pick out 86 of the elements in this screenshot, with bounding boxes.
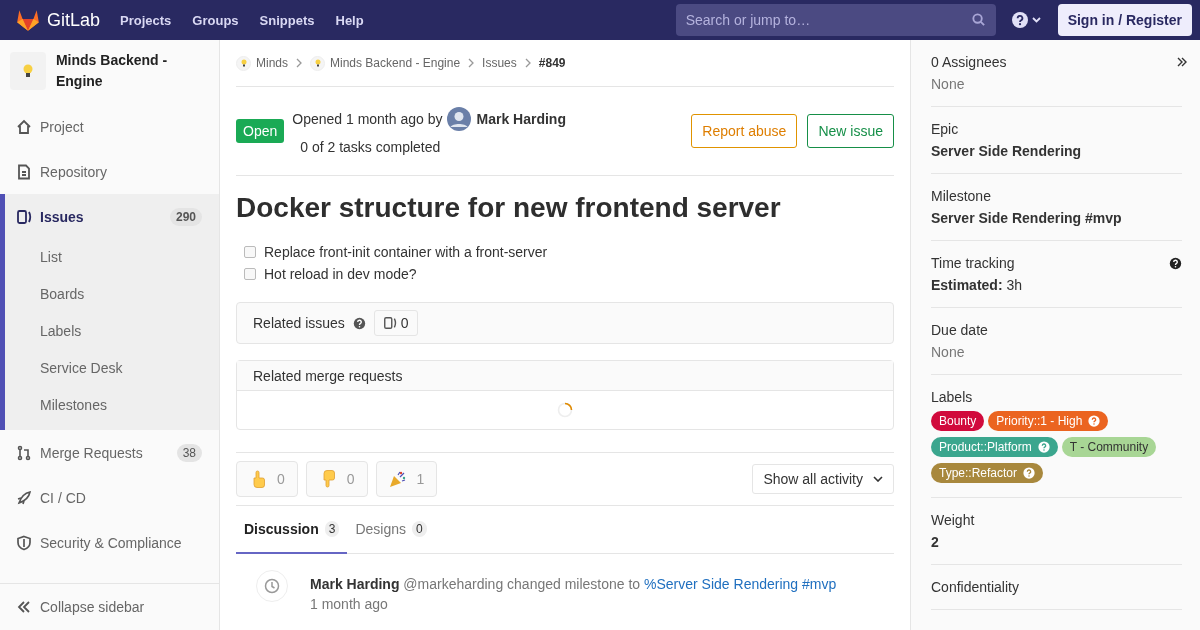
sidebar-subitem[interactable]: Milestones	[5, 387, 219, 424]
sign-in-button[interactable]: Sign in / Register	[1057, 4, 1192, 36]
sidebar-value: 2	[931, 534, 940, 550]
tab[interactable]: Discussion 3	[236, 506, 348, 554]
sidebar-section-title: 0 Assignees	[931, 54, 1007, 70]
collapse-sidebar-button[interactable]: Collapse sidebar	[0, 583, 219, 630]
brand-name[interactable]: GitLab	[47, 9, 101, 31]
sidebar-item[interactable]: Repository	[5, 149, 219, 194]
double-chevron-left-icon	[16, 599, 32, 615]
task-checkbox[interactable]	[244, 268, 256, 280]
tasks-summary: 0 of 2 tasks completed	[300, 139, 442, 155]
tab[interactable]: Designs 0	[347, 506, 435, 554]
opened-text: Opened 1 month ago by	[292, 111, 443, 127]
count-badge: 38	[176, 443, 202, 462]
help-icon[interactable]	[1169, 256, 1182, 270]
sidebar-subitem[interactable]: Service Desk	[5, 350, 219, 387]
sidebar-value: Server Side Rendering #mvp	[931, 210, 1123, 226]
label-tag[interactable]: Priority::1 - High	[988, 411, 1109, 431]
sidebar-subitem[interactable]: List	[5, 239, 219, 276]
sidebar-subitem[interactable]: Labels	[5, 313, 219, 350]
issue-title: Docker structure for new frontend server	[236, 192, 782, 224]
card-title: Related issues	[253, 315, 345, 331]
sidebar-subitem[interactable]: Boards	[5, 276, 219, 313]
author-link[interactable]: Mark Harding	[476, 111, 566, 127]
chevron-right-icon	[468, 58, 475, 68]
count-badge: 290	[169, 207, 202, 226]
sidebar-section-title: Due date	[931, 322, 988, 338]
task-label: Hot reload in dev mode?	[264, 266, 417, 282]
breadcrumb-link[interactable]: #849	[538, 56, 566, 70]
note-time: 1 month ago	[310, 596, 389, 612]
sidebar-section-title: Labels	[931, 389, 973, 405]
sidebar-value: Server Side Rendering	[931, 143, 1083, 159]
avatar-icon[interactable]	[447, 107, 472, 131]
sidebar-section-title: Milestone	[931, 188, 991, 204]
search-field[interactable]: Search or jump to…	[675, 4, 996, 36]
milestone-link[interactable]: %Server Side Rendering #mvp	[644, 576, 837, 592]
sidebar-item[interactable]: Merge Requests 38	[5, 430, 219, 475]
sidebar-value: None	[931, 76, 966, 92]
expand-icon[interactable]	[1176, 56, 1188, 68]
label-tag[interactable]: Bounty	[931, 411, 985, 431]
sidebar-value: Estimated: 3h	[931, 277, 1024, 293]
sidebar-item[interactable]: Project	[5, 104, 219, 149]
shield-icon	[16, 534, 32, 551]
party-popper-icon	[388, 470, 407, 488]
lightbulb-icon	[310, 55, 325, 71]
issues-icon	[382, 316, 397, 330]
status-badge: Open	[236, 119, 285, 143]
nav-link[interactable]: Projects	[120, 12, 172, 28]
nav-link[interactable]: Snippets	[259, 12, 315, 28]
lightbulb-icon	[236, 55, 251, 71]
document-icon	[16, 163, 32, 180]
chevron-right-icon	[524, 58, 531, 68]
sidebar-section-title: Epic	[931, 121, 959, 137]
sidebar-item[interactable]: CI / CD	[5, 475, 219, 520]
chevron-right-icon	[296, 58, 302, 68]
search-icon	[970, 12, 986, 27]
nav-link[interactable]: Help	[335, 12, 364, 28]
sidebar-item[interactable]: Security & Compliance	[5, 520, 219, 565]
issue-action-button[interactable]: New issue	[807, 114, 894, 148]
fox-logo-icon[interactable]	[15, 8, 41, 32]
sidebar-item[interactable]: Issues 290	[5, 194, 219, 239]
sidebar-section-title: Confidentiality	[931, 579, 1019, 595]
help-icon[interactable]	[352, 316, 366, 330]
clock-icon	[256, 570, 288, 602]
house-icon	[16, 118, 32, 135]
related-issues-count[interactable]: 0	[373, 310, 418, 336]
issues-icon	[16, 208, 32, 225]
card-title: Related merge requests	[253, 367, 403, 384]
sidebar-section-title: Weight	[931, 512, 975, 528]
task-label: Replace front-init container with a front-server	[264, 244, 548, 260]
merge-request-icon	[16, 444, 32, 461]
activity-filter-dropdown[interactable]: Show all activity	[752, 464, 894, 494]
note-action: @markeharding changed milestone to	[403, 576, 641, 592]
nav-link[interactable]: Groups	[192, 12, 239, 28]
rocket-icon	[16, 489, 32, 506]
project-name[interactable]: Minds Backend - Engine	[55, 50, 209, 92]
sidebar-value: None	[931, 344, 966, 360]
author-link[interactable]: Mark Harding	[310, 576, 400, 592]
sidebar-section-title: Time tracking	[931, 255, 1015, 271]
breadcrumb-link[interactable]: Minds	[236, 55, 288, 71]
chevron-down-icon	[873, 476, 883, 482]
label-tag[interactable]: T - Community	[1061, 437, 1157, 457]
task-checkbox[interactable]	[244, 246, 256, 258]
label-tag[interactable]: Type::Refactor	[931, 463, 1044, 483]
breadcrumb-link[interactable]: Issues	[482, 56, 517, 70]
breadcrumb-link[interactable]: Minds Backend - Engine	[310, 55, 461, 71]
